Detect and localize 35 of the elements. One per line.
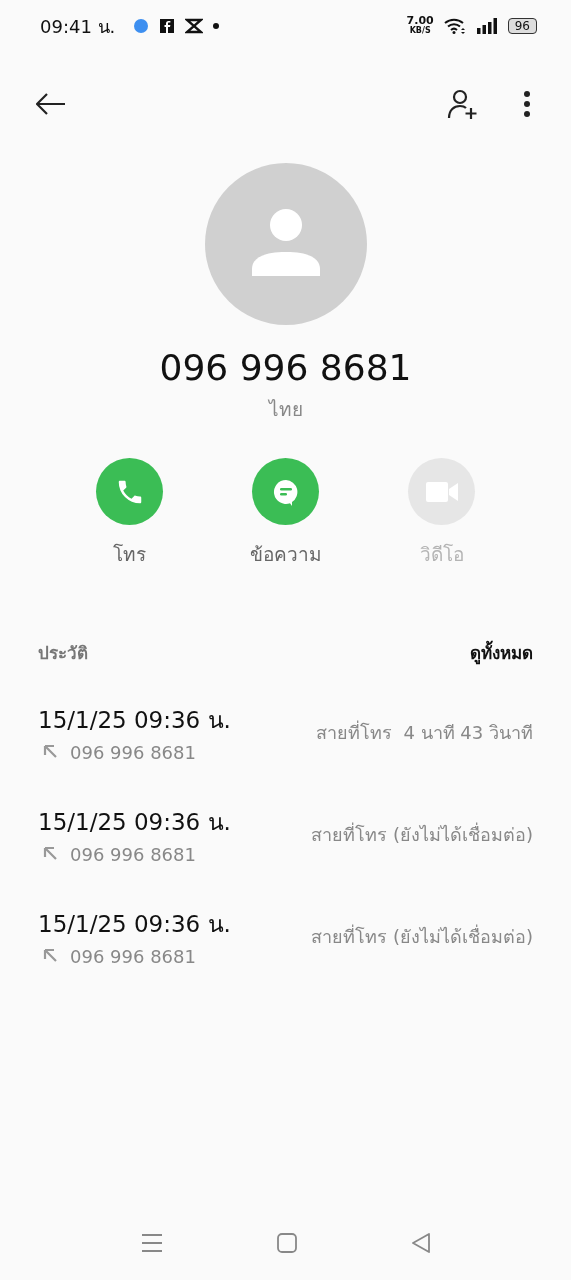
call-number: 096 996 8681 — [70, 945, 196, 967]
menu-icon[interactable] — [140, 1233, 163, 1253]
history-title: ประวัติ — [38, 642, 88, 665]
network-speed: 7.00 — [406, 16, 434, 26]
contact-region: ไทย — [268, 397, 303, 422]
call-detail: สายที่โทร (ยังไม่ได้เชื่อมต่อ) — [311, 821, 533, 847]
call-detail: สายที่โทร 4 นาที 43 วินาที — [316, 719, 533, 745]
outgoing-arrow-icon — [42, 948, 58, 964]
call-datetime: 15/1/25 09:36 น. — [38, 705, 231, 735]
back-nav-icon[interactable] — [410, 1233, 431, 1253]
call-number: 096 996 8681 — [70, 741, 196, 763]
contact-number: 096 996 8681 — [159, 347, 412, 388]
call-datetime: 15/1/25 09:36 น. — [38, 807, 231, 837]
see-all-link[interactable]: ดูทั้งหมด — [470, 639, 533, 666]
status-time: 09:41 น. — [40, 14, 116, 39]
action-label: โทร — [113, 542, 146, 567]
facebook-icon — [159, 18, 176, 34]
outgoing-arrow-icon — [42, 744, 58, 760]
call-detail: สายที่โทร (ยังไม่ได้เชื่อมต่อ) — [311, 923, 533, 949]
signal-icon — [475, 18, 498, 34]
call-datetime: 15/1/25 09:36 น. — [38, 909, 231, 939]
dot-icon — [213, 23, 220, 29]
back-icon[interactable] — [36, 93, 66, 115]
action-label: วิดีโอ — [419, 542, 464, 567]
avatar-icon — [204, 163, 367, 325]
network-unit: KB/S — [409, 26, 431, 36]
home-icon[interactable] — [276, 1233, 297, 1253]
call-number: 096 996 8681 — [70, 843, 196, 865]
battery-icon: 96 — [507, 18, 537, 34]
wifi-icon — [443, 18, 466, 34]
add-contact-icon[interactable] — [447, 88, 479, 120]
outgoing-arrow-icon — [42, 846, 58, 862]
more-icon[interactable] — [523, 91, 531, 117]
action-label: ข้อความ — [249, 542, 322, 567]
app-icon — [133, 18, 150, 34]
